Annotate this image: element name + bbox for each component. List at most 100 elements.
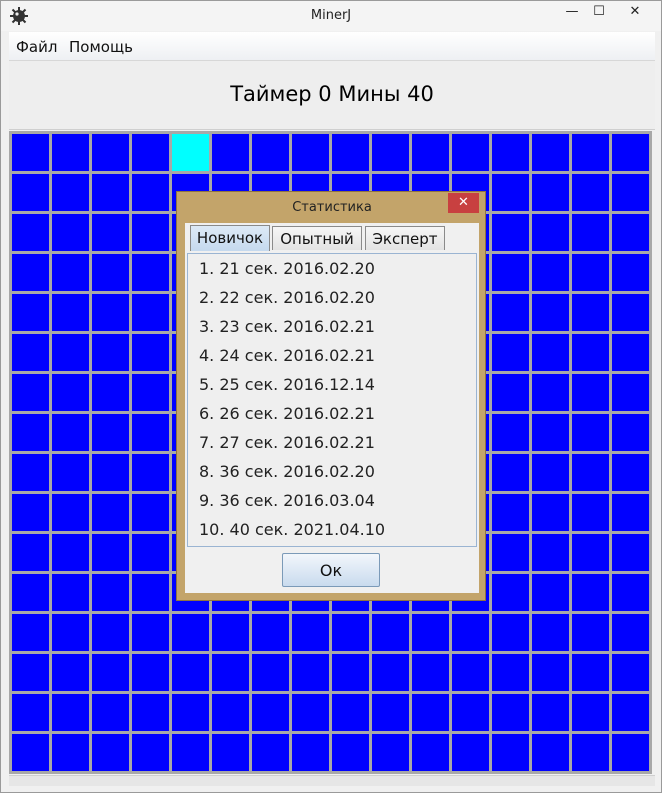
mine-cell[interactable]	[572, 574, 609, 611]
mine-cell[interactable]	[492, 254, 529, 291]
mine-cell[interactable]	[612, 494, 649, 531]
mine-cell[interactable]	[132, 254, 169, 291]
mine-cell[interactable]	[492, 574, 529, 611]
mine-cell[interactable]	[92, 414, 129, 451]
mine-cell[interactable]	[412, 654, 449, 691]
mine-cell[interactable]	[412, 134, 449, 171]
mine-cell[interactable]	[52, 334, 89, 371]
mine-cell[interactable]	[12, 374, 49, 411]
mine-cell[interactable]	[572, 294, 609, 331]
mine-cell[interactable]	[92, 254, 129, 291]
mine-cell[interactable]	[532, 374, 569, 411]
mine-cell[interactable]	[572, 694, 609, 731]
mine-cell[interactable]	[612, 454, 649, 491]
mine-cell[interactable]	[572, 654, 609, 691]
mine-cell[interactable]	[452, 694, 489, 731]
mine-cell[interactable]	[92, 294, 129, 331]
mine-cell[interactable]	[52, 694, 89, 731]
mine-cell[interactable]	[52, 654, 89, 691]
mine-cell[interactable]	[492, 374, 529, 411]
mine-cell[interactable]	[412, 694, 449, 731]
tab-expert[interactable]: Эксперт	[365, 226, 445, 250]
mine-cell[interactable]	[572, 334, 609, 371]
mine-cell[interactable]	[92, 654, 129, 691]
mine-cell[interactable]	[172, 654, 209, 691]
mine-cell[interactable]	[492, 654, 529, 691]
mine-cell[interactable]	[532, 614, 569, 651]
mine-cell[interactable]	[212, 614, 249, 651]
mine-cell[interactable]	[12, 494, 49, 531]
mine-cell[interactable]	[532, 574, 569, 611]
mine-cell[interactable]	[572, 734, 609, 771]
mine-cell[interactable]	[52, 574, 89, 611]
mine-cell[interactable]	[172, 614, 209, 651]
mine-cell[interactable]	[492, 614, 529, 651]
mine-cell[interactable]	[132, 294, 169, 331]
mine-cell[interactable]	[52, 214, 89, 251]
mine-cell[interactable]	[12, 414, 49, 451]
mine-cell[interactable]	[92, 534, 129, 571]
mine-cell[interactable]	[372, 614, 409, 651]
mine-cell[interactable]	[172, 134, 209, 171]
mine-cell[interactable]	[132, 174, 169, 211]
mine-cell[interactable]	[292, 654, 329, 691]
mine-cell[interactable]	[132, 654, 169, 691]
mine-cell[interactable]	[492, 214, 529, 251]
mine-cell[interactable]	[212, 734, 249, 771]
mine-cell[interactable]	[532, 494, 569, 531]
mine-cell[interactable]	[12, 574, 49, 611]
mine-cell[interactable]	[12, 734, 49, 771]
mine-cell[interactable]	[132, 534, 169, 571]
mine-cell[interactable]	[92, 614, 129, 651]
mine-cell[interactable]	[52, 174, 89, 211]
mine-cell[interactable]	[92, 374, 129, 411]
mine-cell[interactable]	[52, 414, 89, 451]
mine-cell[interactable]	[572, 494, 609, 531]
mine-cell[interactable]	[12, 294, 49, 331]
mine-cell[interactable]	[292, 694, 329, 731]
mine-cell[interactable]	[492, 534, 529, 571]
mine-cell[interactable]	[612, 294, 649, 331]
minimize-button[interactable]: —	[558, 1, 586, 23]
mine-cell[interactable]	[92, 694, 129, 731]
mine-cell[interactable]	[92, 134, 129, 171]
mine-cell[interactable]	[412, 614, 449, 651]
mine-cell[interactable]	[292, 134, 329, 171]
mine-cell[interactable]	[252, 694, 289, 731]
mine-cell[interactable]	[612, 214, 649, 251]
mine-cell[interactable]	[452, 134, 489, 171]
mine-cell[interactable]	[612, 694, 649, 731]
mine-cell[interactable]	[132, 134, 169, 171]
mine-cell[interactable]	[452, 734, 489, 771]
mine-cell[interactable]	[92, 734, 129, 771]
mine-cell[interactable]	[12, 454, 49, 491]
mine-cell[interactable]	[132, 694, 169, 731]
mine-cell[interactable]	[12, 174, 49, 211]
mine-cell[interactable]	[612, 334, 649, 371]
mine-cell[interactable]	[172, 694, 209, 731]
mine-cell[interactable]	[12, 534, 49, 571]
mine-cell[interactable]	[532, 654, 569, 691]
mine-cell[interactable]	[252, 734, 289, 771]
mine-cell[interactable]	[572, 134, 609, 171]
mine-cell[interactable]	[292, 734, 329, 771]
mine-cell[interactable]	[532, 294, 569, 331]
ok-button[interactable]: Ок	[282, 553, 380, 587]
mine-cell[interactable]	[612, 734, 649, 771]
mine-cell[interactable]	[212, 694, 249, 731]
mine-cell[interactable]	[52, 734, 89, 771]
tab-experienced[interactable]: Опытный	[272, 226, 362, 250]
mine-cell[interactable]	[132, 414, 169, 451]
title-bar[interactable]: MinerJ — ☐ ✕	[1, 1, 661, 31]
menu-help[interactable]: Помощь	[69, 38, 133, 56]
mine-cell[interactable]	[12, 254, 49, 291]
tab-novice[interactable]: Новичок	[190, 225, 270, 251]
mine-cell[interactable]	[572, 254, 609, 291]
mine-cell[interactable]	[572, 174, 609, 211]
mine-cell[interactable]	[12, 134, 49, 171]
mine-cell[interactable]	[92, 334, 129, 371]
mine-cell[interactable]	[252, 654, 289, 691]
mine-cell[interactable]	[572, 454, 609, 491]
mine-cell[interactable]	[532, 734, 569, 771]
menu-file[interactable]: Файл	[16, 38, 57, 56]
